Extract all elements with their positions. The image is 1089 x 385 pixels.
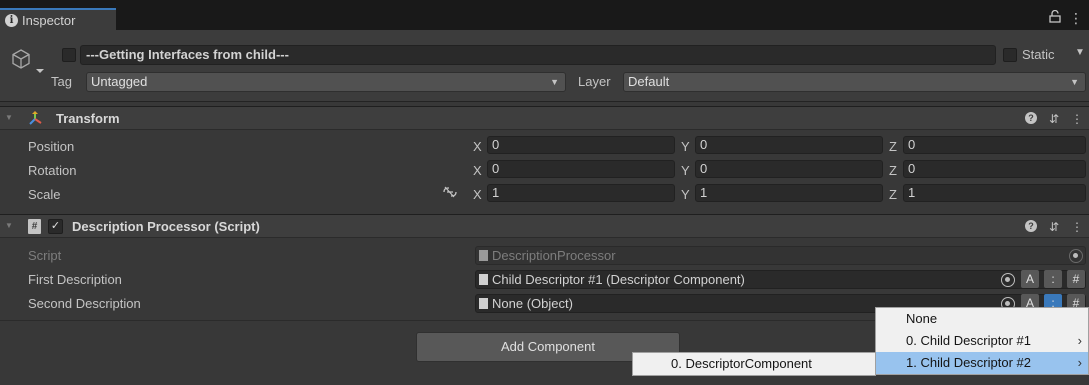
rotation-z-axis: Z: [889, 163, 897, 178]
second-description-value: None (Object): [492, 296, 573, 311]
auto-assign-button[interactable]: A: [1021, 270, 1039, 288]
component-submenu: 0. DescriptorComponent: [632, 352, 876, 376]
constrain-proportions-icon[interactable]: [442, 186, 458, 201]
component-menu-icon[interactable]: ⋮: [1071, 220, 1083, 234]
rotation-x-field[interactable]: 0: [487, 160, 675, 178]
child-context-menu: None 0. Child Descriptor #1 › 1. Child D…: [875, 307, 1089, 375]
transform-icon: [27, 111, 43, 130]
tag-value: Untagged: [91, 74, 148, 89]
preset-icon[interactable]: ⇵: [1049, 220, 1059, 234]
child-select-button[interactable]: :: [1044, 270, 1062, 288]
tab-inspector[interactable]: i Inspector: [0, 8, 116, 30]
enabled-checkbox[interactable]: ✓: [48, 219, 63, 234]
chevron-down-icon: ▼: [1070, 77, 1079, 87]
rotation-label: Rotation: [28, 163, 77, 178]
rotation-y-axis: Y: [681, 163, 690, 178]
position-z-axis: Z: [889, 139, 897, 154]
script-file-icon: #: [28, 219, 41, 234]
tag-label: Tag: [51, 74, 72, 89]
info-icon: i: [5, 13, 18, 27]
foldout-arrow-icon[interactable]: ▼: [5, 113, 13, 122]
position-y-field[interactable]: 0: [695, 136, 883, 154]
scale-x-axis: X: [473, 187, 482, 202]
menu-item-descriptor-component[interactable]: 0. DescriptorComponent: [633, 353, 875, 375]
chevron-right-icon: ›: [1077, 355, 1082, 370]
position-x-field[interactable]: 0: [487, 136, 675, 154]
scale-x-field[interactable]: 1: [487, 184, 675, 202]
position-z-field[interactable]: 0: [903, 136, 1086, 154]
static-dropdown-icon[interactable]: ▼: [1075, 47, 1085, 58]
foldout-arrow-icon[interactable]: ▼: [5, 221, 13, 230]
lock-icon[interactable]: [1049, 9, 1061, 27]
first-description-field[interactable]: Child Descriptor #1 (Descriptor Componen…: [475, 270, 1086, 289]
help-icon[interactable]: ?: [1024, 220, 1037, 232]
position-x-axis: X: [473, 139, 482, 154]
tag-dropdown[interactable]: Untagged ▼: [86, 72, 566, 92]
layer-value: Default: [628, 74, 670, 89]
rotation-z-field[interactable]: 0: [903, 160, 1086, 178]
script-label: Script: [28, 248, 62, 263]
script-field: DescriptionProcessor: [475, 246, 1086, 265]
scale-y-axis: Y: [681, 187, 690, 202]
component-icon: [479, 274, 488, 285]
layer-label: Layer: [578, 74, 611, 89]
scale-z-field[interactable]: 1: [903, 184, 1086, 202]
transform-title: Transform: [56, 111, 120, 126]
gameobject-cube-icon: [10, 48, 44, 73]
index-button[interactable]: #: [1067, 270, 1085, 288]
description-processor-title: Description Processor (Script): [72, 219, 260, 234]
rotation-x-axis: X: [473, 163, 482, 178]
layer-dropdown[interactable]: Default ▼: [623, 72, 1086, 92]
gameobject-name-field[interactable]: ---Getting Interfaces from child---: [80, 45, 996, 65]
static-label: Static: [1022, 47, 1055, 62]
first-description-value: Child Descriptor #1 (Descriptor Componen…: [492, 272, 745, 287]
menu-item-child-descriptor-1[interactable]: 0. Child Descriptor #1 ›: [876, 330, 1088, 352]
active-checkbox[interactable]: [62, 48, 76, 62]
rotation-y-field[interactable]: 0: [695, 160, 883, 178]
second-description-label: Second Description: [28, 296, 141, 311]
kebab-menu-icon[interactable]: ⋮: [1069, 10, 1083, 27]
object-picker-icon[interactable]: [1001, 273, 1015, 287]
position-label: Position: [28, 139, 75, 154]
chevron-right-icon: ›: [1077, 333, 1082, 348]
first-description-label: First Description: [28, 272, 122, 287]
tab-inspector-label: Inspector: [22, 12, 76, 28]
chevron-down-icon: ▼: [550, 77, 559, 87]
help-icon[interactable]: ?: [1024, 112, 1037, 124]
position-y-axis: Y: [681, 139, 690, 154]
transform-header[interactable]: ▼ Transform ? ⇵ ⋮: [0, 106, 1089, 130]
script-value: DescriptionProcessor: [492, 248, 616, 263]
preset-icon[interactable]: ⇵: [1049, 112, 1059, 126]
description-processor-header[interactable]: ▼ # ✓ Description Processor (Script) ? ⇵…: [0, 214, 1089, 238]
component-menu-icon[interactable]: ⋮: [1071, 112, 1083, 126]
object-icon: [479, 298, 488, 309]
scale-y-field[interactable]: 1: [695, 184, 883, 202]
script-asset-icon: [479, 250, 488, 261]
menu-item-none[interactable]: None: [876, 308, 1088, 330]
object-picker-icon: [1069, 249, 1083, 263]
scale-label: Scale: [28, 187, 61, 202]
window-titlebar: i Inspector ⋮: [0, 0, 1089, 30]
menu-item-child-descriptor-2[interactable]: 1. Child Descriptor #2 ›: [876, 352, 1088, 374]
scale-z-axis: Z: [889, 187, 897, 202]
static-checkbox[interactable]: [1003, 48, 1017, 62]
